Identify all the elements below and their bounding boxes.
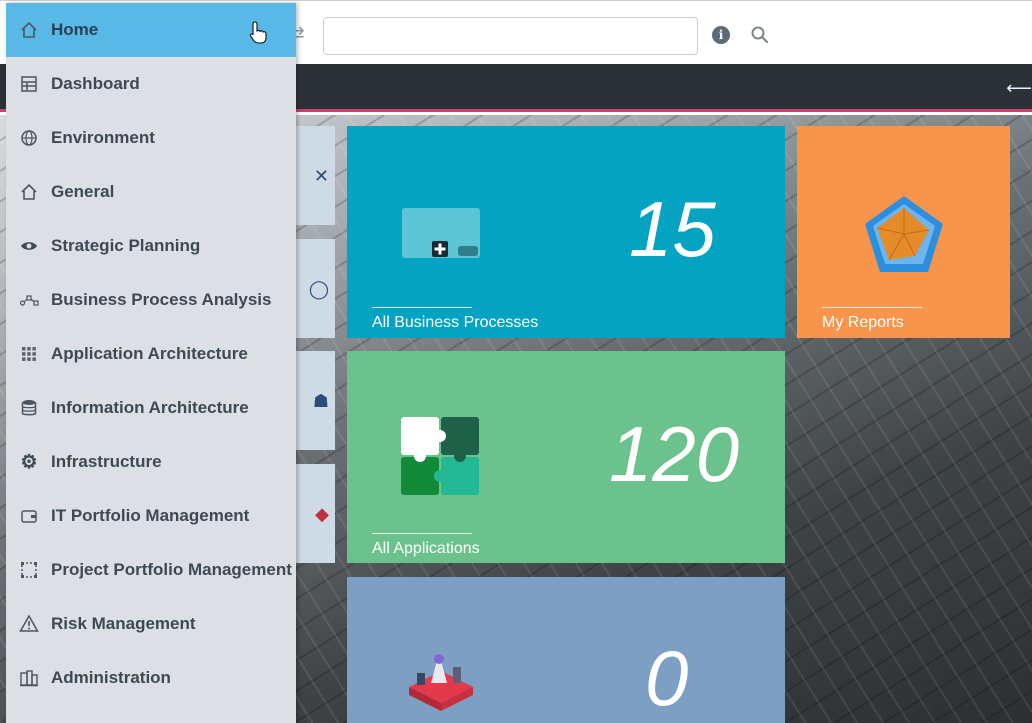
dashboard-icon — [18, 73, 40, 95]
home-icon — [18, 19, 40, 41]
tile-count: 15 — [629, 185, 716, 273]
hidden-tile[interactable]: ◯ — [296, 239, 335, 338]
menu-item-risk-management[interactable]: Risk Management — [6, 597, 296, 651]
menu-item-home[interactable]: Home — [6, 3, 296, 57]
menu-item-label: Home — [51, 20, 99, 39]
back-arrow-icon[interactable]: ⟵ — [1006, 78, 1032, 99]
menu-item-application-architecture[interactable]: Application Architecture — [6, 327, 296, 381]
tile-count: 0 — [645, 634, 689, 722]
menu-item-label: Strategic Planning — [51, 236, 201, 255]
hidden-tile[interactable]: ☗ — [296, 351, 335, 450]
hidden-tile[interactable]: ◆ — [296, 464, 335, 563]
menu-item-strategic-planning[interactable]: Strategic Planning — [6, 219, 296, 273]
tile-business-processes[interactable]: 15 All Business Processes — [347, 126, 785, 338]
menu-item-it-portfolio-management[interactable]: IT Portfolio Management — [6, 489, 296, 543]
menu-item-general[interactable]: General — [6, 165, 296, 219]
process-flow-icon — [18, 289, 40, 311]
menu-item-environment[interactable]: Environment — [6, 111, 296, 165]
tile-applications[interactable]: 120 All Applications — [347, 351, 785, 563]
hand-cursor-icon — [249, 21, 267, 44]
database-icon — [18, 397, 40, 419]
menu-item-label: Risk Management — [51, 614, 196, 633]
home-outline-icon — [18, 181, 40, 203]
hidden-tile-icon: ◯ — [308, 278, 329, 299]
hidden-tile-icon: ✕ — [313, 165, 329, 186]
wallet-icon — [18, 505, 40, 527]
side-menu: Home Dashboard Environment General Strat… — [6, 3, 296, 723]
menu-item-information-architecture[interactable]: Information Architecture — [6, 381, 296, 435]
caption-divider — [822, 307, 922, 308]
menu-item-label: Dashboard — [51, 74, 140, 93]
menu-item-label: Project Portfolio Management — [51, 560, 292, 579]
radar-chart-icon — [865, 196, 943, 272]
menu-item-label: Information Architecture — [51, 398, 249, 417]
menu-item-label: General — [51, 182, 115, 201]
menu-item-infrastructure[interactable]: ⚙ Infrastructure — [6, 435, 296, 489]
process-card-icon — [402, 208, 480, 258]
eye-icon — [18, 235, 40, 257]
tile-caption: All Applications — [372, 540, 480, 557]
dotted-square-icon — [18, 559, 40, 581]
menu-item-label: IT Portfolio Management — [51, 506, 250, 525]
hidden-tile-icon: ☗ — [312, 390, 329, 411]
search-input[interactable] — [323, 17, 698, 55]
menu-item-label: Administration — [51, 668, 171, 687]
globe-icon — [18, 127, 40, 149]
isometric-infrastructure-icon — [409, 653, 473, 711]
tile-my-reports[interactable]: My Reports — [797, 126, 1010, 338]
caption-divider — [372, 307, 472, 308]
puzzle-icon — [401, 417, 479, 495]
menu-item-administration[interactable]: Administration — [6, 651, 296, 705]
menu-item-label: Infrastructure — [51, 452, 162, 471]
warning-icon — [18, 613, 40, 635]
building-icon — [18, 667, 40, 689]
tile-caption: My Reports — [822, 314, 904, 331]
search-icon[interactable] — [750, 25, 770, 45]
menu-item-project-portfolio-management[interactable]: Project Portfolio Management — [6, 543, 296, 597]
menu-item-label: Environment — [51, 128, 155, 147]
grid-icon — [18, 343, 40, 365]
menu-item-label: Application Architecture — [51, 344, 248, 363]
tile-count: 120 — [609, 410, 740, 498]
caption-divider — [372, 533, 472, 534]
menu-item-label: Business Process Analysis — [51, 290, 272, 309]
menu-item-business-process-analysis[interactable]: Business Process Analysis — [6, 273, 296, 327]
tile-caption: All Business Processes — [372, 314, 539, 331]
hidden-tile-icon: ◆ — [315, 503, 329, 524]
menu-item-dashboard[interactable]: Dashboard — [6, 57, 296, 111]
gear-icon: ⚙ — [20, 451, 38, 473]
tile-infrastructure[interactable]: 0 — [347, 577, 785, 723]
hidden-tile[interactable]: ✕ — [296, 126, 335, 225]
info-icon[interactable]: i — [712, 26, 730, 44]
